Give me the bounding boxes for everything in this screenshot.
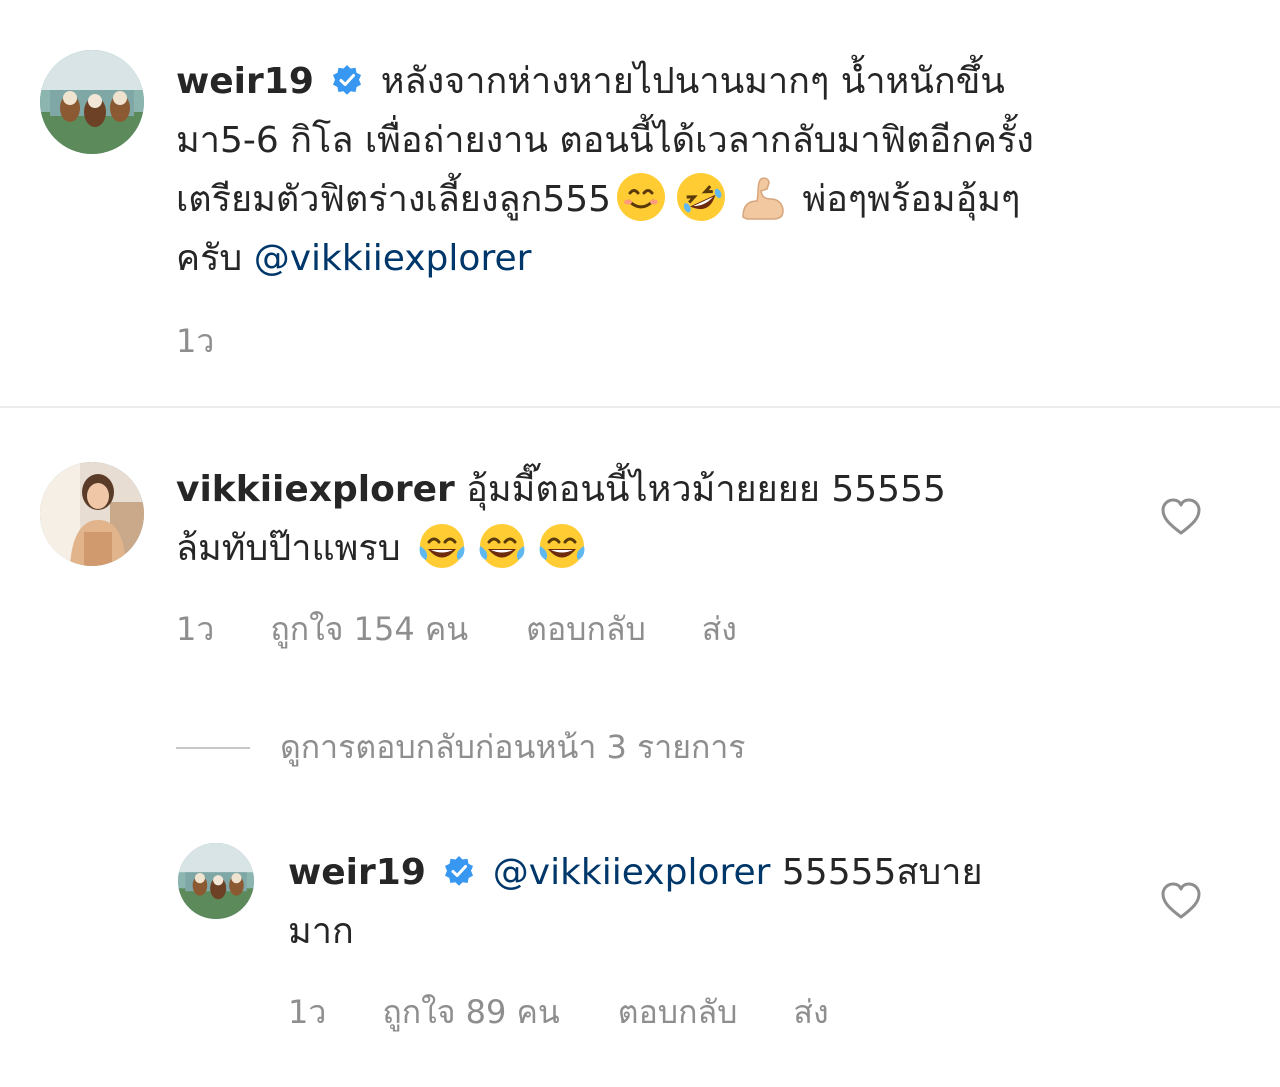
mention-link[interactable]: @vikkiiexplorer (254, 238, 532, 279)
smiling-face-emoji (617, 173, 666, 221)
caption-text: ครับ (176, 238, 243, 279)
tears-of-joy-emoji (479, 524, 525, 568)
woman-avatar-icon (40, 462, 144, 566)
view-replies-label: ดูการตอบกลับก่อนหน้า 3 รายการ (280, 728, 746, 766)
comment-text: ล้มทับป๊าแพรบ (176, 528, 401, 569)
reply-body: weir19 @vikkiiexplorer 55555สบาย มาก (288, 843, 1128, 961)
comment-meta: 1ว ถูกใจ 154 คน ตอบกลับ ส่ง (176, 604, 737, 655)
mention-link[interactable]: @vikkiiexplorer (493, 852, 771, 893)
reply-button[interactable]: ตอบกลับ (618, 987, 738, 1038)
verified-badge-icon (333, 65, 362, 95)
comment-line-1: vikkiiexplorer อุ้มมี๊ตอนนี้ไหวม้ายยยย 5… (176, 460, 1136, 519)
comment-line-2: ล้มทับป๊าแพรบ (176, 519, 1136, 578)
replies-line (176, 746, 250, 749)
caption-text: หลังจากห่างหายไปนานมากๆ น้ำหนักขึ้น (380, 61, 1005, 102)
timestamp: 1ว (176, 322, 215, 360)
username[interactable]: weir19 (176, 61, 314, 102)
timestamp: 1ว (288, 993, 327, 1031)
caption-line-1: weir19 หลังจากห่างหายไปนานมากๆ น้ำหนักขึ… (176, 52, 1256, 111)
dogs-avatar-icon (178, 843, 254, 919)
caption-line-2: มา5-6 กิโล เพื่อถ่ายงาน ตอนนี้ได้เวลากลั… (176, 111, 1256, 170)
username[interactable]: weir19 (288, 852, 426, 893)
reply-button[interactable]: ตอบกลับ (526, 604, 646, 655)
comment-meta: 1ว ถูกใจ 89 คน ตอบกลับ ส่ง (288, 987, 829, 1038)
comment-text: อุ้มมี๊ตอนนี้ไหวม้ายยยย 55555 (466, 469, 946, 510)
reply-text: มาก (288, 911, 354, 952)
avatar[interactable] (178, 843, 254, 919)
caption-line-4: ครับ @vikkiiexplorer (176, 229, 1256, 288)
likes-count[interactable]: ถูกใจ 154 คน (270, 604, 468, 655)
caption-text: มา5-6 กิโล เพื่อถ่ายงาน ตอนนี้ได้เวลากลั… (176, 120, 1034, 161)
caption-text: เตรียมตัวฟิตร่างเลี้ยงลูก555 (176, 179, 612, 220)
rofl-emoji (677, 173, 726, 221)
like-heart-icon[interactable] (1161, 882, 1201, 920)
avatar[interactable] (40, 50, 144, 154)
reply-line-1: weir19 @vikkiiexplorer 55555สบาย (288, 843, 1128, 902)
username[interactable]: vikkiiexplorer (176, 469, 455, 510)
caption-comment: weir19 หลังจากห่างหายไปนานมากๆ น้ำหนักขึ… (176, 52, 1256, 288)
comment-body: vikkiiexplorer อุ้มมี๊ตอนนี้ไหวม้ายยยย 5… (176, 460, 1136, 578)
verified-badge-icon (445, 856, 474, 886)
reply-line-2: มาก (288, 902, 1128, 961)
tears-of-joy-emoji (419, 524, 465, 568)
send-button[interactable]: ส่ง (702, 604, 737, 655)
divider (0, 406, 1280, 408)
view-previous-replies-button[interactable]: ดูการตอบกลับก่อนหน้า 3 รายการ (176, 722, 745, 773)
comment-meta: 1ว (176, 316, 214, 367)
caption-text: พ่อๆพร้อมอุ้มๆ (802, 179, 1021, 220)
reply-text: 55555สบาย (781, 852, 983, 893)
caption-line-3: เตรียมตัวฟิตร่างเลี้ยงลูก555 พ่อๆพร้อมอุ… (176, 170, 1256, 229)
likes-count[interactable]: ถูกใจ 89 คน (382, 987, 559, 1038)
avatar[interactable] (40, 462, 144, 566)
flexed-biceps-emoji (742, 177, 784, 220)
tears-of-joy-emoji (539, 524, 585, 568)
send-button[interactable]: ส่ง (793, 987, 828, 1038)
dogs-avatar-icon (40, 50, 144, 154)
timestamp: 1ว (176, 610, 215, 648)
like-heart-icon[interactable] (1161, 498, 1201, 536)
